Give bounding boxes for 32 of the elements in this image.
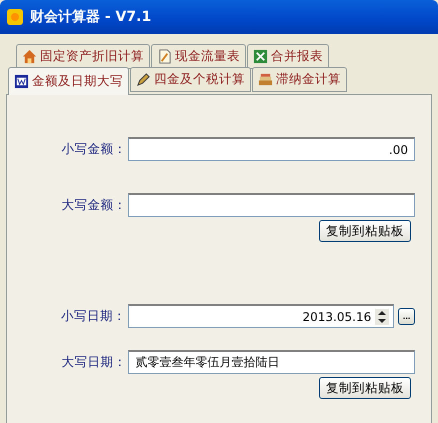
tab-label: 合并报表	[271, 48, 323, 65]
tab-label: 金额及日期大写	[32, 73, 123, 90]
field-label: 小写日期：	[60, 308, 126, 324]
house-icon	[22, 49, 37, 64]
tab[interactable]: 金额及日期大写	[8, 67, 129, 95]
tab[interactable]: 现金流量表	[151, 44, 246, 69]
tab[interactable]: 滞纳金计算	[252, 67, 347, 92]
copy-button[interactable]: 复制到粘贴板	[319, 220, 411, 242]
copy-button[interactable]: 复制到粘贴板	[319, 377, 411, 399]
input-field[interactable]	[128, 193, 415, 217]
field-label: 大写金额：	[60, 196, 126, 214]
field-label: 小写金额：	[60, 140, 126, 158]
field-label: 大写日期：	[60, 354, 126, 370]
note-icon	[157, 49, 172, 64]
spinner-icon[interactable]	[375, 308, 390, 324]
tab-label: 固定资产折旧计算	[40, 48, 144, 65]
picker-button[interactable]: ...	[398, 308, 415, 324]
tab[interactable]: 合并报表	[247, 44, 329, 69]
document-icon	[14, 74, 29, 89]
tab[interactable]: 四金及个税计算	[130, 67, 251, 92]
pen-icon	[136, 72, 151, 87]
tab-label: 现金流量表	[175, 48, 240, 65]
spreadsheet-icon	[253, 49, 268, 64]
app-icon	[6, 8, 24, 26]
tab-label: 四金及个税计算	[154, 71, 245, 88]
input-field[interactable]: 贰零壹叁年零伍月壹拾陆日	[128, 350, 415, 374]
date-field[interactable]: 2013.05.16	[128, 304, 394, 328]
books-icon	[258, 72, 273, 87]
window-title: 财会计算器 - V7.1	[30, 8, 152, 26]
input-field[interactable]: .00	[128, 137, 415, 161]
tab-label: 滞纳金计算	[276, 71, 341, 88]
tab[interactable]: 固定资产折旧计算	[16, 44, 150, 69]
